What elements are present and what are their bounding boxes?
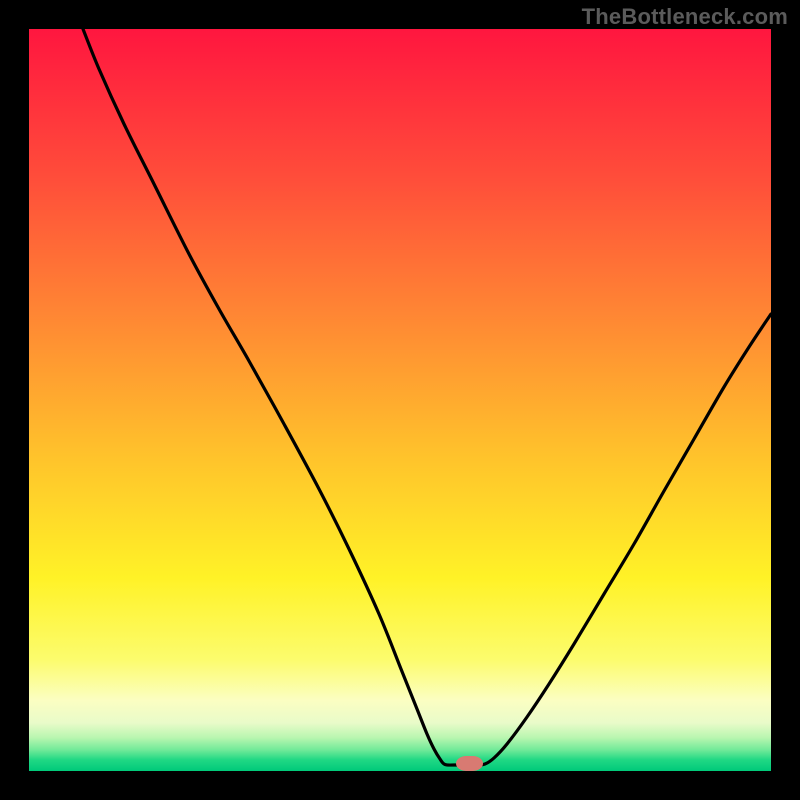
plot-area [29, 29, 771, 771]
optimum-marker [456, 756, 483, 771]
gradient-background [29, 29, 771, 771]
watermark-text: TheBottleneck.com [582, 4, 788, 30]
bottleneck-chart [29, 29, 771, 771]
chart-frame: TheBottleneck.com [0, 0, 800, 800]
